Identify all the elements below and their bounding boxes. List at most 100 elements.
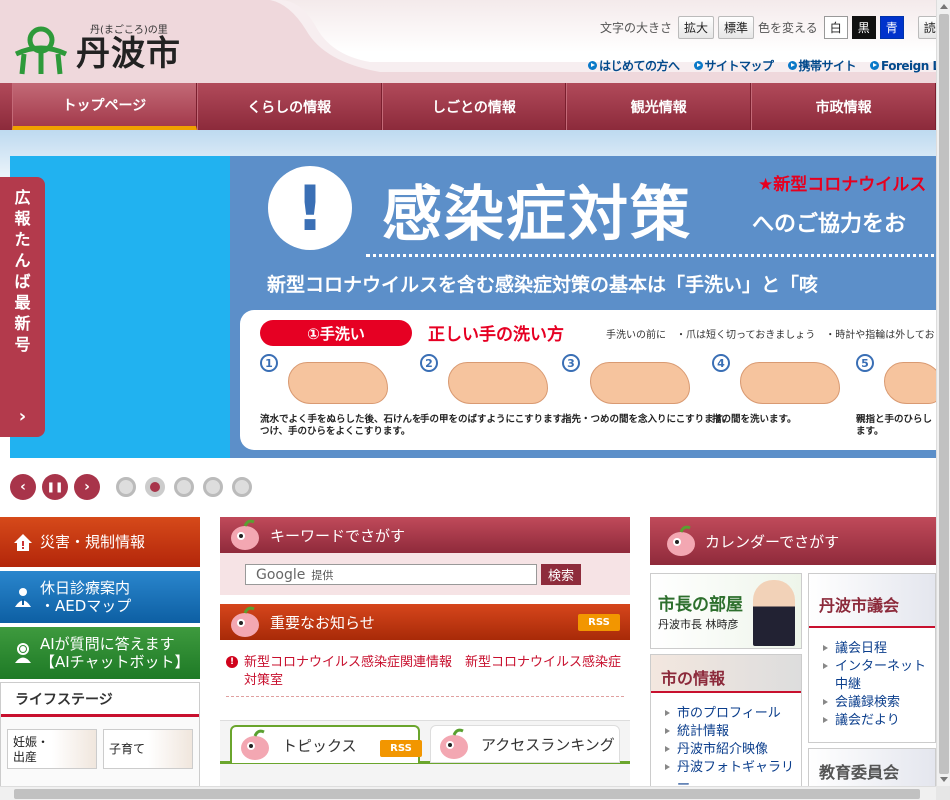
handwash-title: 正しい手の洗い方 [428, 325, 564, 345]
arrow-circle-icon [693, 61, 703, 70]
list-item: 議会だより [823, 712, 935, 730]
mayor-room-banner[interactable]: 市長の部屋 丹波市長 林時彦 [650, 573, 802, 649]
keyword-search-box: Google 提供 検索 [220, 553, 630, 595]
link-label: はじめての方へ [599, 59, 680, 73]
arrow-circle-icon [870, 61, 880, 70]
city-info-box: 市の情報 市のプロフィール 統計情報 丹波市紹介映像 丹波フォトギャラリー [650, 654, 802, 800]
handwash-step: 2 手の甲をのばすようにこすります。 [420, 354, 571, 446]
handwash-step: 3 指先・つめの間を念入りにこすります。 [562, 354, 732, 446]
slider-page-dot[interactable] [174, 477, 194, 497]
google-search-input[interactable]: Google 提供 [245, 564, 537, 585]
font-enlarge-button[interactable]: 拡大 [678, 16, 715, 39]
slider-page-dot-active[interactable] [145, 477, 165, 497]
exclamation-icon: ! [268, 166, 352, 250]
arrow-circle-icon [787, 61, 797, 70]
slider-page-dot[interactable] [203, 477, 223, 497]
kouhou-tamba-tab[interactable]: 広 報 た ん ば 最 新 号 › [0, 177, 45, 437]
color-blue-button[interactable]: 青 [879, 16, 904, 39]
step-number: 2 [420, 354, 438, 372]
tab-char: ん [14, 251, 31, 270]
nav-tourism[interactable]: 観光情報 [566, 83, 752, 130]
hands-icon [590, 362, 690, 404]
lifestage-title: ライフステージ [1, 683, 199, 717]
tab-char: 号 [14, 335, 31, 354]
scroll-down-icon[interactable] [940, 777, 948, 782]
disaster-info-button[interactable]: 災害・規制情報 [0, 517, 200, 567]
card-label: 子育て [109, 742, 146, 756]
calendar-search-title: カレンダーでさがす [705, 532, 840, 551]
scroll-up-icon[interactable] [940, 4, 948, 9]
ai-line2: 【AIチャットボット】 [40, 653, 190, 671]
step-caption: 指先・つめの間を念入りにこすります。 [562, 414, 732, 425]
council-title[interactable]: 丹波市議会 [809, 574, 935, 628]
vertical-scrollbar[interactable] [936, 0, 950, 786]
link-first-visit[interactable]: はじめての方へ [588, 57, 680, 74]
tab-topics-label: トピックス [282, 736, 357, 755]
ai-chatbot-button[interactable]: AIが質問に答えます 【AIチャットボット】 [0, 627, 200, 679]
slider-prev-button[interactable]: ‹ [10, 474, 36, 500]
global-nav: トップページ くらしの情報 しごとの情報 観光情報 市政情報 [0, 83, 936, 130]
chevron-right-icon: › [18, 406, 27, 427]
hands-icon [288, 362, 388, 404]
nav-living[interactable]: くらしの情報 [196, 83, 382, 130]
scroll-thumb[interactable] [939, 14, 949, 774]
council-link-newsletter[interactable]: 議会だより [835, 713, 900, 728]
mascot-icon [231, 606, 259, 637]
lifestage-childcare[interactable]: 子育て [103, 729, 193, 769]
nav-top-page[interactable]: トップページ [12, 83, 197, 130]
step-caption: 流水でよく手をぬらした後、石けんをつけ、手のひらをよくこすります。 [260, 414, 422, 437]
tab-ranking-label: アクセスランキング [481, 735, 615, 754]
link-sitemap[interactable]: サイトマップ [693, 57, 774, 74]
keyword-search-header: キーワードでさがす [220, 517, 630, 553]
color-black-button[interactable]: 黒 [851, 16, 876, 39]
font-standard-button[interactable]: 標準 [718, 16, 755, 39]
tab-topics[interactable]: トピックス RSS [230, 725, 422, 763]
slider-pause-button[interactable]: ❚❚ [42, 474, 68, 500]
city-council-box: 丹波市議会 議会日程 インターネット中継 会議録検索 議会だより [808, 573, 936, 743]
link-mobile[interactable]: 携帯サイト [787, 57, 857, 74]
news-link[interactable]: 新型コロナウイルス感染症関連情報 [244, 655, 452, 670]
tab-char: た [14, 230, 31, 249]
council-link-stream[interactable]: インターネット中継 [835, 659, 926, 692]
hands-icon [448, 362, 548, 404]
list-item: インターネット中継 [823, 658, 935, 694]
rss-button[interactable]: RSS [578, 614, 620, 631]
logo-name: 丹波市 [76, 34, 181, 74]
list-item: 丹波市紹介映像 [665, 741, 801, 759]
slider-page-dot[interactable] [232, 477, 252, 497]
holiday-clinic-button[interactable]: 休日診療案内 ・AEDマップ [0, 571, 200, 623]
slider-next-button[interactable]: › [74, 474, 100, 500]
banner-title: 感染症対策 [382, 180, 692, 250]
site-logo[interactable]: 丹(まごころ)の里 丹波市 [12, 24, 181, 76]
calendar-search-header[interactable]: カレンダーでさがす [650, 517, 936, 565]
slider-page-dot[interactable] [116, 477, 136, 497]
slider-controls: ‹ ❚❚ › [10, 474, 252, 500]
horizontal-scrollbar[interactable] [0, 786, 936, 800]
scroll-thumb[interactable] [14, 789, 920, 799]
lifestage-pregnancy[interactable]: 妊娠・ 出産 [7, 729, 97, 769]
lifestage-cards: 妊娠・ 出産 子育て [1, 717, 199, 781]
banner-divider [366, 254, 936, 257]
city-link-statistics[interactable]: 統計情報 [677, 724, 729, 739]
city-link-video[interactable]: 丹波市紹介映像 [677, 742, 768, 757]
handwash-panel: ①手洗い 正しい手の洗い方 手洗いの前に ・爪は短く切っておきましょう ・時計や… [240, 310, 936, 450]
rss-button[interactable]: RSS [380, 740, 422, 757]
color-white-button[interactable]: 白 [823, 16, 848, 39]
header-sublinks: はじめての方へ サイトマップ 携帯サイト Foreign Language [588, 57, 950, 74]
keyword-search-title: キーワードでさがす [270, 526, 406, 545]
scrollbar-corner [936, 786, 950, 800]
ai-line1: AIが質問に答えます [40, 635, 175, 653]
color-label: 色を変える [758, 21, 818, 35]
city-link-profile[interactable]: 市のプロフィール [677, 706, 781, 721]
nav-municipal[interactable]: 市政情報 [751, 83, 936, 130]
ai-label: AIが質問に答えます 【AIチャットボット】 [40, 635, 190, 671]
mascot-icon [667, 525, 695, 556]
page: 丹(まごころ)の里 丹波市 文字の大きさ 拡大 標準 色を変える 白 黒 青 読… [0, 0, 950, 800]
council-link-minutes[interactable]: 会議録検索 [835, 695, 900, 710]
nav-work[interactable]: しごとの情報 [381, 83, 567, 130]
council-link-schedule[interactable]: 議会日程 [835, 641, 887, 656]
tab-access-ranking[interactable]: アクセスランキング [430, 725, 620, 763]
step-number: 3 [562, 354, 580, 372]
slider-banner[interactable]: ! 感染症対策 ★新型コロナウイルス へのご協力をお 新型コロナウイルスを含む感… [10, 156, 936, 458]
search-button[interactable]: 検索 [541, 564, 581, 585]
